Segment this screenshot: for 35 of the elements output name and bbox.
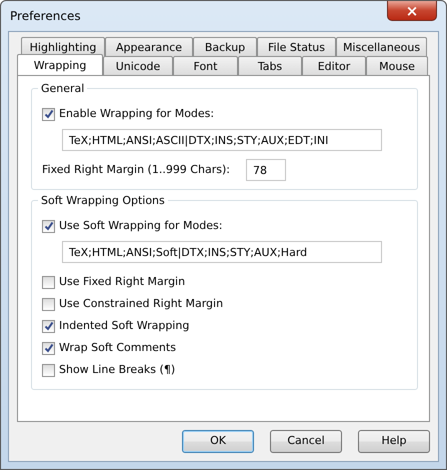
checkbox[interactable] [42,320,55,332]
checkbox-label: Use Soft Wrapping for Modes: [59,218,222,234]
tab[interactable]: Highlighting [21,37,105,56]
tab[interactable]: Wrapping [17,54,103,75]
tab[interactable]: Tabs [238,56,302,75]
checkbox-label: Indented Soft Wrapping [59,318,190,334]
checkbox[interactable] [42,220,55,232]
tab[interactable]: Unicode [103,56,173,75]
dialog-button[interactable]: OK [182,430,254,453]
checkbox-label: Enable Wrapping for Modes: [59,106,214,122]
checkbox[interactable] [42,108,55,120]
window-title: Preferences [9,8,81,25]
checkbox[interactable] [42,342,55,354]
checkbox-label: Use Constrained Right Margin [59,296,224,312]
input-field[interactable]: TeX;HTML;ANSI;ASCII|DTX;INS;STY;AUX;EDT;INI [62,129,382,151]
checkbox[interactable] [42,276,55,288]
checkbox[interactable] [42,298,55,310]
tab[interactable]: Backup [193,37,257,56]
close-button[interactable]: × [387,1,437,21]
checkbox-label: Wrap Soft Comments [59,340,176,356]
checkbox[interactable] [42,364,55,376]
tab[interactable]: File Status [257,37,336,56]
tab[interactable]: Miscellaneous [336,37,427,56]
checkbox-label: Use Fixed Right Margin [59,274,186,290]
tab[interactable]: Editor [302,56,366,75]
checkbox-label: Show Line Breaks (¶) [59,362,176,378]
input-field[interactable]: 78 [246,159,286,181]
tab[interactable]: Mouse [366,56,428,75]
field-label: Fixed Right Margin (1..999 Chars): [42,162,230,178]
tab[interactable]: Font [173,56,238,75]
input-field[interactable]: TeX;HTML;ANSI;Soft|DTX;INS;STY;AUX;Hard [62,241,382,263]
dialog-button[interactable]: Help [358,430,430,453]
dialog-button[interactable]: Cancel [270,430,342,453]
tab[interactable]: Appearance [105,37,193,56]
group-title: Soft Wrapping Options [38,193,168,210]
